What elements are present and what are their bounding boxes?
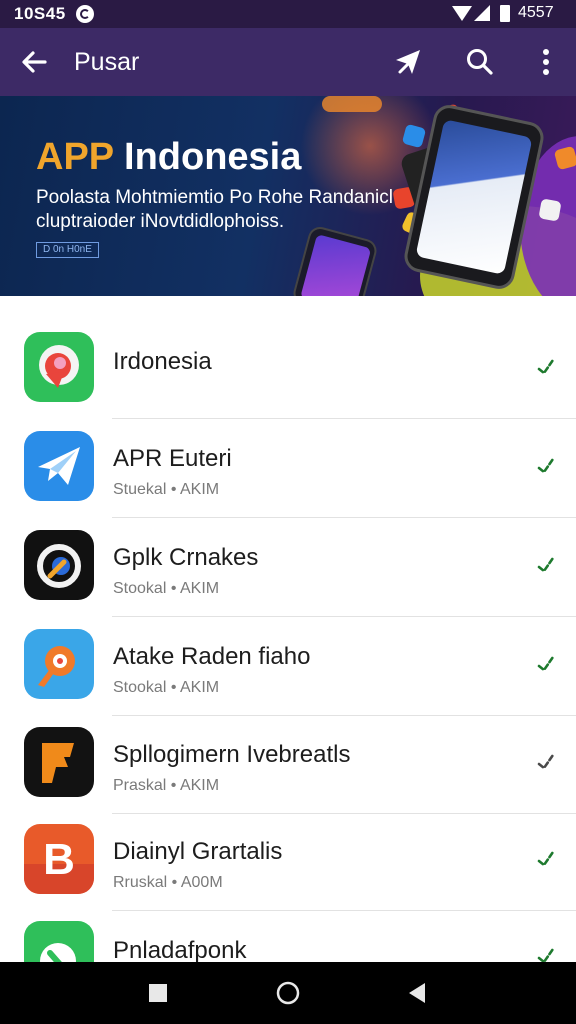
divider (112, 418, 576, 419)
banner-heading-accent: APP (36, 136, 114, 178)
banner-cta-button[interactable]: D 0n H0nE (36, 242, 99, 258)
app-name: Pnladafponk (113, 937, 247, 964)
circle-icon[interactable] (273, 978, 303, 1008)
divider (112, 715, 576, 716)
square-icon[interactable] (143, 978, 173, 1008)
app-chip-icon (538, 198, 562, 222)
app-name: Gplk Crnakes (113, 544, 259, 571)
paper-plane-icon (24, 431, 94, 501)
app-name: Diainyl Grartalis (113, 838, 283, 865)
promo-banner[interactable]: APP Indonesia Poolasta Mohtmiemtio Po Ro… (0, 96, 576, 296)
divider (112, 517, 576, 518)
app-list-item[interactable]: Irdonesia (0, 322, 576, 419)
more-vert-icon[interactable] (530, 46, 562, 78)
banner-heading-rest: Indonesia (113, 136, 302, 178)
banner-subtitle: Poolasta Mohtmiemtio Po Rohe Randanicl c… (36, 187, 393, 232)
wifi-icon (452, 6, 472, 21)
lens-icon (24, 530, 94, 600)
app-name: Irdonesia (113, 348, 212, 375)
app-meta: Stookal • AKIM (113, 580, 220, 597)
page-title: Pusar (74, 48, 140, 76)
app-list-item[interactable]: B Diainyl Grartalis Rruskal • A00M (0, 814, 576, 911)
app-meta: Stookal • AKIM (113, 679, 220, 696)
banner-heading: APP Indonesia (36, 136, 301, 179)
search-icon[interactable] (464, 46, 496, 78)
back-arrow-icon[interactable] (18, 46, 50, 78)
app-bar: Pusar (0, 28, 576, 96)
triangle-icon[interactable] (402, 978, 432, 1008)
pending-icon (537, 753, 555, 770)
system-nav-bar (0, 962, 576, 1024)
signal-icon (474, 5, 490, 21)
sync-icon (76, 5, 94, 23)
status-bar: 10S45 4557 (0, 0, 576, 28)
pin-icon[interactable] (392, 46, 424, 78)
app-list-item[interactable]: Atake Raden fiaho Stookal • AKIM (0, 619, 576, 716)
app-list-item[interactable]: APR Euteri Stuekal • AKIM (0, 421, 576, 518)
installed-check-icon (537, 358, 555, 375)
app-name: Atake Raden fiaho (113, 643, 311, 670)
phone-illustration (290, 224, 380, 296)
battery-icon (500, 5, 510, 22)
installed-check-icon (537, 556, 555, 573)
app-list-item[interactable]: Spllogimern Ivebreatls Praskal • AKIM (0, 717, 576, 814)
letter-p-icon (24, 727, 94, 797)
app-list-item[interactable]: Gplk Crnakes Stookal • AKIM (0, 520, 576, 617)
installed-check-icon (537, 457, 555, 474)
maps-pin-icon (24, 332, 94, 402)
app-meta: Rruskal • A00M (113, 874, 223, 891)
svg-text:B: B (43, 835, 75, 884)
divider (112, 616, 576, 617)
installed-check-icon (537, 850, 555, 867)
status-time: 10S45 (14, 4, 66, 23)
pencil-target-icon (24, 629, 94, 699)
letter-b-icon: B (24, 824, 94, 894)
app-name: Spllogimern Ivebreatls (113, 741, 351, 768)
battery-level: 4557 (518, 4, 554, 21)
app-chip-icon (553, 145, 576, 171)
installed-check-icon (537, 655, 555, 672)
app-meta: Stuekal • AKIM (113, 481, 220, 498)
app-meta: Praskal • AKIM (113, 777, 220, 794)
banner-shape (322, 96, 382, 112)
app-name: APR Euteri (113, 445, 232, 472)
